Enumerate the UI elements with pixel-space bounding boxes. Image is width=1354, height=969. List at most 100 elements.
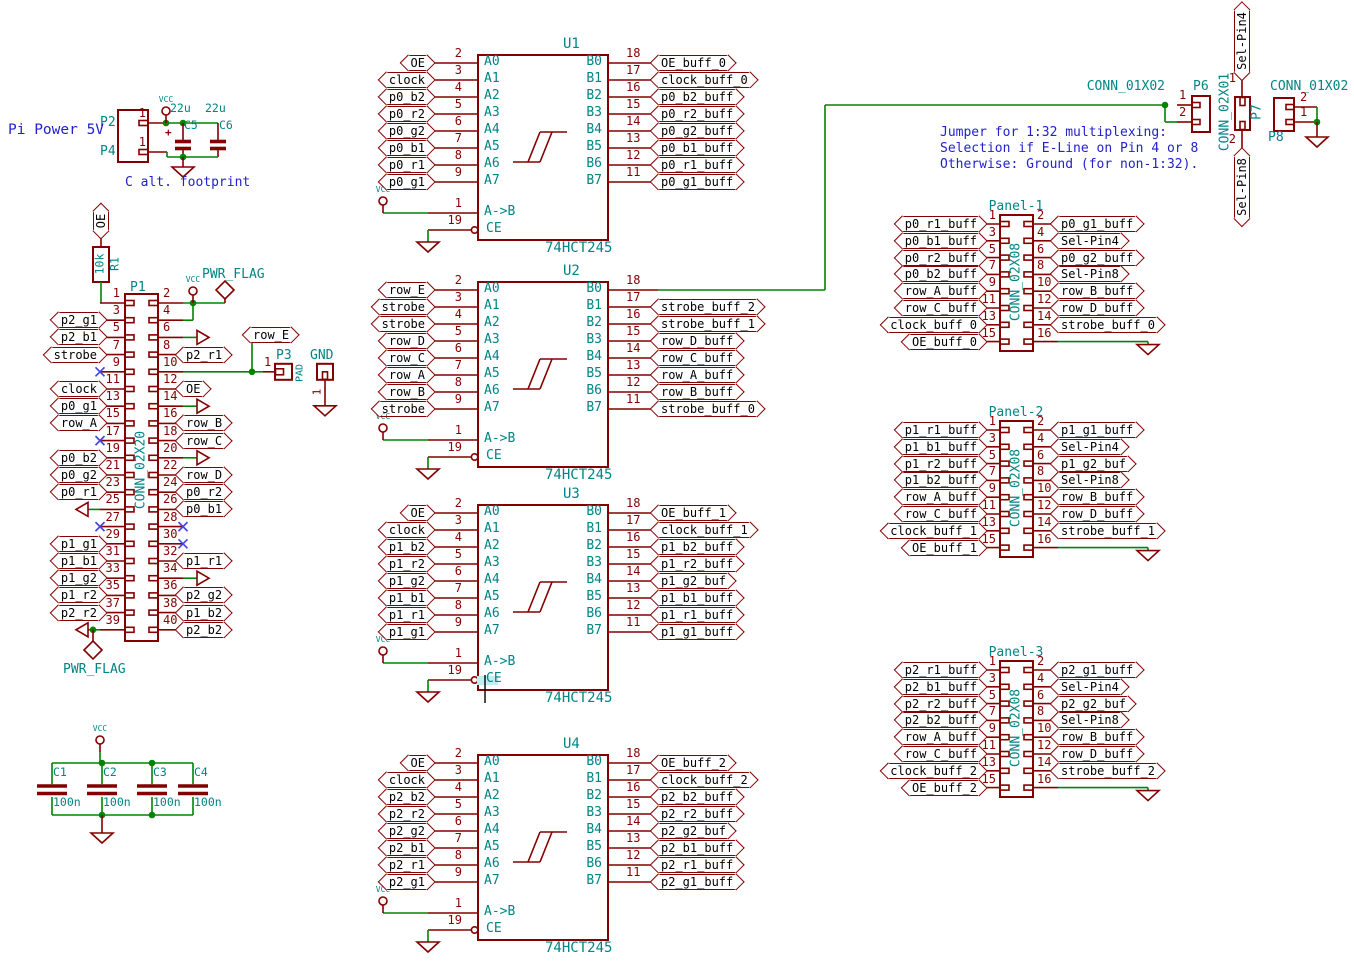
global-label-p1-g1[interactable]: p1_g1 bbox=[58, 536, 100, 552]
value-c4[interactable]: 100n bbox=[194, 796, 222, 809]
global-label-clock-buff-1[interactable]: clock_buff_1 bbox=[658, 522, 751, 538]
global-label-p0-r2-buff[interactable]: p0_r2_buff bbox=[658, 106, 736, 122]
value-c2[interactable]: 100n bbox=[103, 796, 131, 809]
global-label-p2-r2-buff[interactable]: p2_r2_buff bbox=[902, 696, 980, 712]
global-label-p2-g1-buff[interactable]: p2_g1_buff bbox=[1058, 662, 1136, 678]
global-label-oe[interactable]: OE bbox=[183, 381, 203, 397]
ref-u3[interactable]: U3 bbox=[563, 486, 580, 502]
global-label-p1-b1[interactable]: p1_b1 bbox=[58, 553, 100, 569]
global-label-p1-b2-buff[interactable]: p1_b2_buff bbox=[902, 472, 980, 488]
global-label-p2-g1[interactable]: p2_g1 bbox=[58, 312, 100, 328]
global-label-clock[interactable]: clock bbox=[386, 522, 428, 538]
global-label-p2-b1-buff[interactable]: p2_b1_buff bbox=[902, 679, 980, 695]
global-label-strobe-buff-1[interactable]: strobe_buff_1 bbox=[658, 316, 758, 332]
global-label-clock-buff-0[interactable]: clock_buff_0 bbox=[887, 317, 980, 333]
global-label-oe-buff-2[interactable]: OE_buff_2 bbox=[909, 780, 980, 796]
global-label-p0-g1[interactable]: p0_g1 bbox=[58, 398, 100, 414]
global-label-sel-pin4[interactable]: Sel-Pin4 bbox=[1058, 233, 1122, 249]
global-label-p2-g1[interactable]: p2_g1 bbox=[386, 874, 428, 890]
global-label-p2-g2-buf[interactable]: p2_g2_buf bbox=[658, 823, 729, 839]
global-label-sel-pin8[interactable]: Sel-Pin8 bbox=[1234, 155, 1250, 219]
note-c-alt-footprint[interactable]: C alt. footprint bbox=[125, 176, 250, 191]
ref-gnd-pad[interactable]: GND bbox=[310, 349, 333, 364]
global-label-p0-g2[interactable]: p0_g2 bbox=[386, 123, 428, 139]
global-label-sel-pin4[interactable]: Sel-Pin4 bbox=[1234, 9, 1250, 73]
global-label-p2-r1-buff[interactable]: p2_r1_buff bbox=[658, 857, 736, 873]
global-label-p0-g1[interactable]: p0_g1 bbox=[386, 174, 428, 190]
global-label-strobe-buff-0[interactable]: strobe_buff_0 bbox=[1058, 317, 1158, 333]
global-label-p2-b2[interactable]: p2_b2 bbox=[183, 622, 225, 638]
global-label-p0-b2[interactable]: p0_b2 bbox=[386, 89, 428, 105]
global-label-row-a-buff[interactable]: row_A_buff bbox=[658, 367, 736, 383]
ref-p4[interactable]: P4 bbox=[100, 145, 116, 160]
global-label-row-d-buff[interactable]: row_D_buff bbox=[1058, 506, 1136, 522]
value-c6[interactable]: 22u bbox=[205, 102, 226, 115]
global-label-p0-g2-buff[interactable]: p0_g2_buff bbox=[1058, 250, 1136, 266]
global-label-p1-r1[interactable]: p1_r1 bbox=[386, 607, 428, 623]
global-label-p2-r1[interactable]: p2_r1 bbox=[386, 857, 428, 873]
ref-p8[interactable]: P8 bbox=[1268, 131, 1284, 146]
value-p8[interactable]: CONN_01X02 bbox=[1270, 80, 1348, 95]
global-label-row-b-buff[interactable]: row_B_buff bbox=[1058, 729, 1136, 745]
global-label-p1-b2[interactable]: p1_b2 bbox=[386, 539, 428, 555]
global-label-p2-g2[interactable]: p2_g2 bbox=[183, 587, 225, 603]
value-p6[interactable]: CONN_01X02 bbox=[1087, 80, 1165, 95]
global-label-oe-buff-1[interactable]: OE_buff_1 bbox=[658, 505, 729, 521]
global-label-row-d-buff[interactable]: row_D_buff bbox=[1058, 746, 1136, 762]
global-label-clock[interactable]: clock bbox=[386, 772, 428, 788]
global-label-clock-buff-2[interactable]: clock_buff_2 bbox=[887, 763, 980, 779]
global-label-p0-r1[interactable]: p0_r1 bbox=[58, 484, 100, 500]
connector-p8-body[interactable] bbox=[1274, 98, 1294, 131]
value-u2[interactable]: 74HCT245 bbox=[545, 467, 612, 483]
global-label-p0-b1-buff[interactable]: p0_b1_buff bbox=[658, 140, 736, 156]
global-label-p0-r2[interactable]: p0_r2 bbox=[386, 106, 428, 122]
global-label-p0-g2[interactable]: p0_g2 bbox=[58, 467, 100, 483]
global-label-row-e[interactable]: row_E bbox=[386, 282, 428, 298]
global-label-oe[interactable]: OE bbox=[408, 755, 428, 771]
global-label-oe-buff-1[interactable]: OE_buff_1 bbox=[909, 540, 980, 556]
global-label-strobe-buff-1[interactable]: strobe_buff_1 bbox=[1058, 523, 1158, 539]
global-label-row-c-buff[interactable]: row_C_buff bbox=[902, 506, 980, 522]
global-label-row-c[interactable]: row_C bbox=[183, 433, 225, 449]
global-label-strobe[interactable]: strobe bbox=[379, 316, 428, 332]
global-label-p2-r2[interactable]: p2_r2 bbox=[386, 806, 428, 822]
global-label-p0-g2-buff[interactable]: p0_g2_buff bbox=[658, 123, 736, 139]
global-label-p0-b1[interactable]: p0_b1 bbox=[183, 501, 225, 517]
global-label-p1-b1[interactable]: p1_b1 bbox=[386, 590, 428, 606]
global-label-p1-r2[interactable]: p1_r2 bbox=[386, 556, 428, 572]
connector-p7-body[interactable] bbox=[1235, 97, 1250, 130]
global-label-p2-g2-buf[interactable]: p2_g2_buf bbox=[1058, 696, 1129, 712]
global-label-p2-r1[interactable]: p2_r1 bbox=[183, 347, 225, 363]
note-jumper-line-3[interactable]: Otherwise: Ground (for non-1:32). bbox=[940, 158, 1198, 173]
global-label-row-a[interactable]: row_A bbox=[58, 415, 100, 431]
global-label-p0-r2[interactable]: p0_r2 bbox=[183, 484, 225, 500]
ref-c5[interactable]: C5 bbox=[184, 119, 198, 132]
global-label-p1-r2-buff[interactable]: p1_r2_buff bbox=[658, 556, 736, 572]
global-label-p0-b2[interactable]: p0_b2 bbox=[58, 450, 100, 466]
global-label-oe-buff-0[interactable]: OE_buff_0 bbox=[658, 55, 729, 71]
global-label-p0-b1[interactable]: p0_b1 bbox=[386, 140, 428, 156]
ref-panel-1[interactable]: Panel-1 bbox=[989, 200, 1044, 215]
value-panel-3[interactable]: CONN_02X08 bbox=[1009, 689, 1024, 767]
global-label-p2-b2-buff[interactable]: p2_b2_buff bbox=[658, 789, 736, 805]
global-label-sel-pin4[interactable]: Sel-Pin4 bbox=[1058, 679, 1122, 695]
ref-p3[interactable]: P3 bbox=[276, 349, 292, 364]
global-label-row-a-buff[interactable]: row_A_buff bbox=[902, 283, 980, 299]
global-label-p2-b2[interactable]: p2_b2 bbox=[386, 789, 428, 805]
global-label-sel-pin8[interactable]: Sel-Pin8 bbox=[1058, 472, 1122, 488]
global-label-strobe[interactable]: strobe bbox=[379, 401, 428, 417]
ref-p7[interactable]: P7 bbox=[1251, 104, 1266, 120]
ref-r1[interactable]: R1 bbox=[108, 257, 121, 271]
global-label-p2-r1-buff[interactable]: p2_r1_buff bbox=[902, 662, 980, 678]
global-label-p1-g2[interactable]: p1_g2 bbox=[58, 570, 100, 586]
global-label-p2-b1-buff[interactable]: p2_b1_buff bbox=[658, 840, 736, 856]
value-c5[interactable]: 22u bbox=[170, 102, 191, 115]
global-label-oe[interactable]: OE bbox=[93, 211, 109, 231]
global-label-p1-r2[interactable]: p1_r2 bbox=[58, 587, 100, 603]
global-label-row-b-buff[interactable]: row_B_buff bbox=[1058, 489, 1136, 505]
value-r1[interactable]: 10k bbox=[93, 254, 106, 275]
global-label-clock-buff-1[interactable]: clock_buff_1 bbox=[887, 523, 980, 539]
global-label-row-d[interactable]: row_D bbox=[386, 333, 428, 349]
ref-p6[interactable]: P6 bbox=[1193, 80, 1209, 95]
global-label-p1-b1-buff[interactable]: p1_b1_buff bbox=[902, 439, 980, 455]
